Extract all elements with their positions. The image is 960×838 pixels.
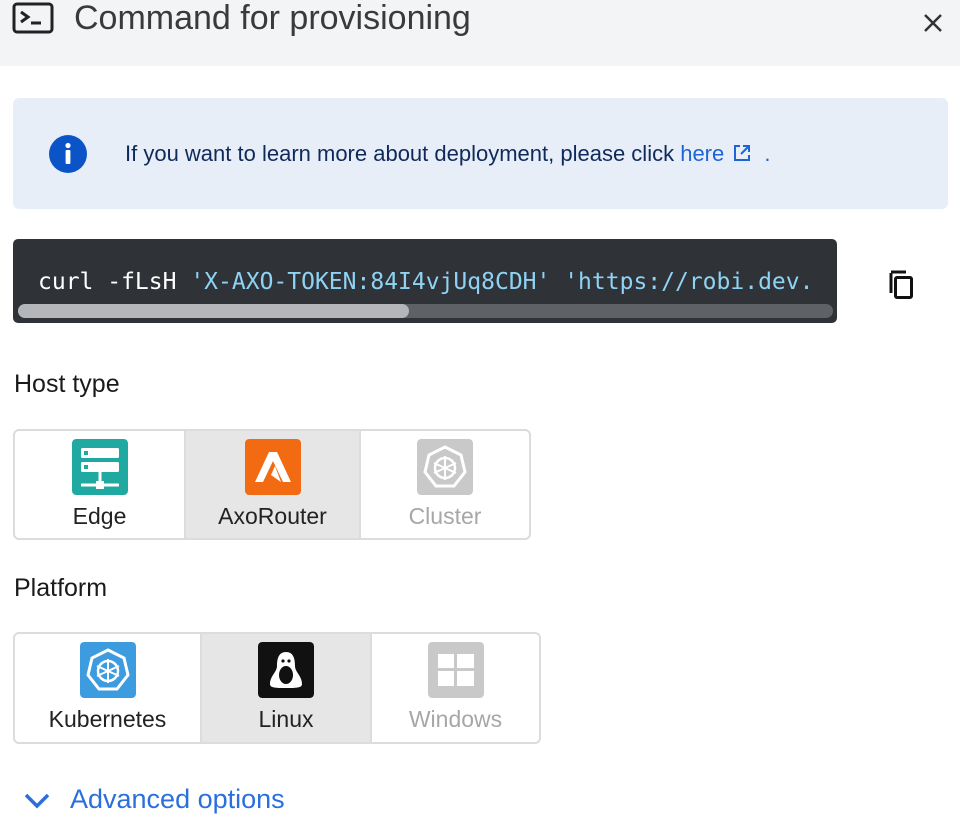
close-icon[interactable] [916, 6, 950, 40]
command-text[interactable]: curl -fLsH 'X-AXO-TOKEN:84I4vjUq8CDH' 'h… [38, 267, 813, 297]
info-suffix: . [764, 141, 771, 166]
dialog-title: Command for provisioning [74, 0, 471, 37]
scrollbar-thumb[interactable] [18, 304, 409, 318]
platform-linux[interactable]: Linux [202, 634, 372, 742]
linux-icon [258, 642, 314, 698]
platform-linux-label: Linux [258, 706, 314, 732]
server-icon [71, 439, 128, 495]
copy-icon[interactable] [882, 266, 920, 304]
platform-label: Platform [14, 574, 108, 602]
host-type-edge[interactable]: Edge [15, 431, 186, 538]
platform-windows[interactable]: Windows [372, 634, 539, 742]
host-type-selector: Edge AxoRouter Cluster [13, 429, 531, 540]
info-message: If you want to learn more about deployme… [125, 140, 771, 168]
host-type-axorouter[interactable]: AxoRouter [186, 431, 361, 538]
advanced-options-label[interactable]: Advanced options [70, 784, 285, 815]
command-token: 'X-AXO-TOKEN:84I4vjUq8CDH' [190, 269, 551, 295]
platform-kubernetes[interactable]: Kubernetes [15, 634, 202, 742]
host-type-edge-label: Edge [72, 503, 127, 529]
terminal-icon [12, 2, 54, 34]
command-url: 'https://robi.dev. [550, 269, 814, 295]
external-link-icon[interactable] [732, 143, 752, 163]
host-type-cluster-label: Cluster [408, 503, 482, 529]
info-banner: If you want to learn more about deployme… [13, 98, 948, 209]
info-icon [49, 135, 87, 173]
axorouter-icon [244, 439, 301, 495]
host-type-label: Host type [14, 370, 120, 398]
chevron-down-icon[interactable] [22, 790, 52, 812]
platform-windows-label: Windows [408, 706, 503, 732]
deployment-link-label[interactable]: here [680, 141, 724, 166]
platform-kubernetes-label: Kubernetes [48, 706, 167, 732]
platform-selector: Kubernetes Linux Windows [13, 632, 541, 744]
host-type-cluster[interactable]: Cluster [361, 431, 529, 538]
command-prefix: curl -fLsH [38, 269, 191, 295]
kubernetes-icon [417, 439, 473, 495]
info-text: If you want to learn more about deployme… [125, 141, 675, 166]
dialog-header: Command for provisioning [0, 0, 960, 66]
kubernetes-icon [79, 642, 136, 698]
host-type-axorouter-label: AxoRouter [218, 503, 327, 529]
windows-icon [427, 642, 484, 698]
deployment-link[interactable]: here [680, 141, 758, 166]
